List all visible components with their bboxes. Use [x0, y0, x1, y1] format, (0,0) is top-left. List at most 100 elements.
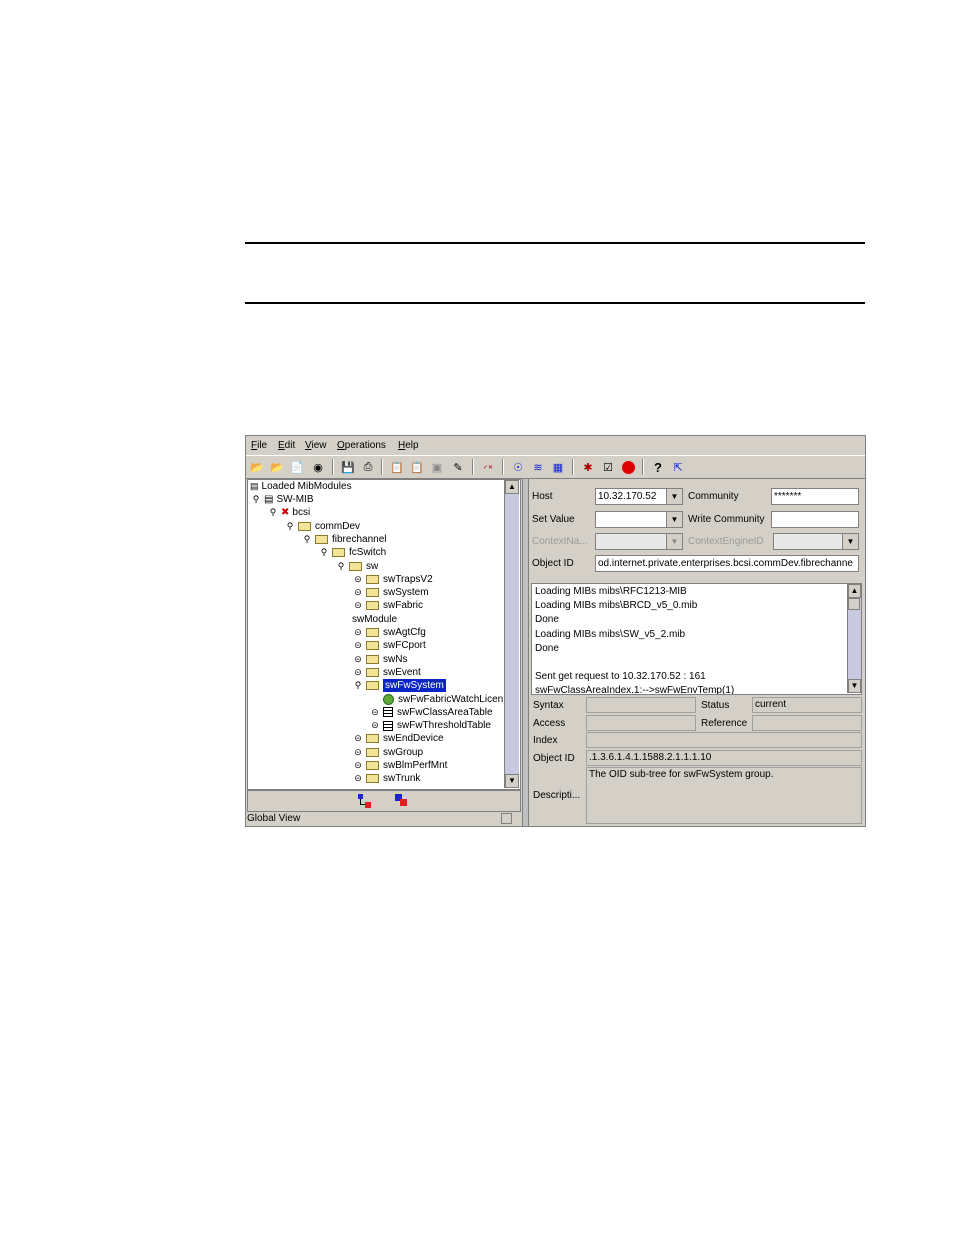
set-value-field[interactable]	[595, 511, 667, 528]
tree-node[interactable]: ⊝ swEvent	[353, 666, 421, 679]
tree-root[interactable]: ▤ Loaded MibModules	[250, 480, 352, 493]
copy-icon[interactable]: 📋	[389, 459, 405, 475]
tree-node[interactable]: ⊝ swNs	[353, 653, 407, 666]
collapse-icon[interactable]: ⚲	[251, 493, 261, 506]
menu-edit[interactable]: Edit	[278, 440, 295, 451]
expand-icon[interactable]: ⊝	[353, 639, 363, 652]
tree-node[interactable]: ⊝ swTrapsV2	[353, 573, 432, 586]
expand-icon[interactable]: ⊝	[353, 653, 363, 666]
tree-node[interactable]: ⚲ swFwSystem	[353, 679, 446, 693]
log-scrollbar[interactable]: ▲ ▼	[847, 584, 861, 693]
menu-help[interactable]: Help	[398, 440, 419, 451]
folder-icon	[366, 667, 379, 677]
tree-node[interactable]: ⊝ swAgtCfg	[353, 626, 426, 639]
print-icon[interactable]: ⎙	[360, 459, 376, 475]
host-field[interactable]: 10.32.170.52	[595, 488, 667, 505]
trap-icon[interactable]: ✱	[580, 459, 596, 475]
folder-icon	[349, 561, 362, 571]
tree-scrollbar[interactable]: ▲ ▼	[504, 480, 519, 788]
tree-root-label: Loaded MibModules	[261, 481, 352, 492]
collapse-icon[interactable]: ⚲	[353, 679, 363, 692]
load-mib-icon[interactable]: 📄	[289, 459, 305, 475]
collapse-icon[interactable]: ⚲	[268, 506, 278, 519]
description-label: Descripti...	[533, 790, 581, 801]
folder-icon	[298, 521, 311, 531]
expand-icon[interactable]: ⊝	[353, 666, 363, 679]
tree-node[interactable]: ⊝ swFwClassAreaTable	[370, 706, 492, 719]
paste-icon[interactable]: 📋	[409, 459, 425, 475]
expand-icon[interactable]: ⊝	[370, 706, 380, 719]
expand-icon[interactable]: ⊝	[353, 772, 363, 785]
host-dropdown-icon[interactable]: ▼	[666, 488, 683, 505]
tree-node[interactable]: ⊝ swFabric	[353, 599, 423, 612]
edit-icon[interactable]: ✎	[450, 459, 466, 475]
edit-node-icon[interactable]: ☑	[600, 459, 616, 475]
scroll-down-icon[interactable]: ▼	[505, 774, 519, 788]
context-help-icon[interactable]: ⇱	[670, 459, 686, 475]
top-rule	[245, 242, 865, 244]
save-icon[interactable]: 💾	[340, 459, 356, 475]
split-divider[interactable]	[522, 479, 529, 826]
tree-node[interactable]: ⊝ swBlmPerfMnt	[353, 759, 447, 772]
chart-icon[interactable]: ≋	[530, 459, 546, 475]
log-scroll-up-icon[interactable]: ▲	[848, 584, 861, 598]
expand-icon[interactable]: ⊝	[353, 759, 363, 772]
set-value-dropdown-icon[interactable]: ▼	[666, 511, 683, 528]
tree-node[interactable]: ⊝ swTrunk	[353, 772, 420, 785]
index-label: Index	[533, 735, 558, 746]
tree-node[interactable]: swFwFabricWatchLicen	[370, 693, 503, 706]
tree-node-label: swEvent	[383, 666, 421, 678]
access-value	[586, 715, 696, 731]
output-log[interactable]: Loading MIBs mibs\RFC1213-MIB Loading MIB…	[531, 583, 862, 695]
tree-node-label: fibrechannel	[332, 533, 387, 545]
expand-icon[interactable]: ⊝	[353, 626, 363, 639]
expand-icon[interactable]: ⊝	[353, 732, 363, 745]
tree-node[interactable]: ⚲ fcSwitch	[319, 546, 387, 559]
object-id-label: Object ID	[532, 558, 574, 569]
help-icon[interactable]: ?	[650, 459, 666, 475]
collapse-icon[interactable]: ⚲	[336, 560, 346, 573]
tree-node[interactable]: ⚲ commDev	[285, 520, 360, 533]
graph-icon[interactable]: ☉	[510, 459, 526, 475]
object-id-field[interactable]: od.internet.private.enterprises.bcsi.com…	[595, 555, 859, 572]
tree-node[interactable]: ⊝ swSystem	[353, 586, 429, 599]
menu-operations[interactable]: Operations	[337, 440, 386, 451]
poll-icon[interactable]: ✓✕	[480, 459, 496, 475]
menu-view[interactable]: View	[305, 440, 327, 451]
log-scroll-down-icon[interactable]: ▼	[848, 679, 861, 693]
scroll-up-icon[interactable]: ▲	[505, 480, 519, 494]
tree-node[interactable]: ⊝ swFCport	[353, 639, 426, 652]
tree-node-label: swSystem	[383, 587, 429, 599]
tree-node[interactable]: ⚲ sw	[336, 560, 379, 573]
collapse-icon[interactable]: ⚲	[319, 546, 329, 559]
open-icon[interactable]: 📂	[249, 459, 265, 475]
table-icon[interactable]: ▦	[550, 459, 566, 475]
tree-node[interactable]: ⊝ swFwThresholdTable	[370, 719, 491, 732]
tree-node[interactable]: ⚲ fibrechannel	[302, 533, 387, 546]
collapse-icon[interactable]: ⚲	[302, 533, 312, 546]
tree-node[interactable]: ⊝ swEndDevice	[353, 732, 443, 745]
tree-node[interactable]: ⊝ swGroup	[353, 746, 423, 759]
log-scroll-thumb[interactable]	[848, 598, 860, 610]
tree-node-label: swFabric	[383, 600, 424, 612]
expand-icon[interactable]: ⊝	[353, 746, 363, 759]
expand-icon[interactable]: ⊝	[353, 586, 363, 599]
node-layout-icon[interactable]	[395, 794, 409, 808]
collapse-icon[interactable]: ⚲	[285, 520, 295, 533]
menu-file[interactable]: File	[251, 440, 267, 451]
expand-icon[interactable]: ⊝	[370, 719, 380, 732]
tree-node[interactable]: ⚲ ▤ SW-MIB	[251, 493, 314, 506]
expand-icon[interactable]: ⊝	[353, 573, 363, 586]
folder-icon	[315, 534, 328, 544]
write-community-field[interactable]	[771, 511, 859, 528]
find-icon[interactable]: ◉	[310, 459, 326, 475]
tree-layout-icon[interactable]	[358, 794, 372, 808]
delete-icon[interactable]: ▣	[429, 459, 445, 475]
community-field[interactable]: *******	[771, 488, 859, 505]
tree-node[interactable]: ⚲ ✖ bcsi	[268, 506, 310, 519]
open-folder-icon[interactable]: 📂	[269, 459, 285, 475]
tree-node[interactable]: swModule	[352, 613, 397, 626]
expand-icon[interactable]: ⊝	[353, 599, 363, 612]
stop-icon[interactable]	[620, 459, 636, 475]
mib-tree[interactable]: ▤ Loaded MibModules ⚲ ▤ SW-MIB ⚲ ✖ bcsi ⚲ commD…	[247, 479, 521, 790]
